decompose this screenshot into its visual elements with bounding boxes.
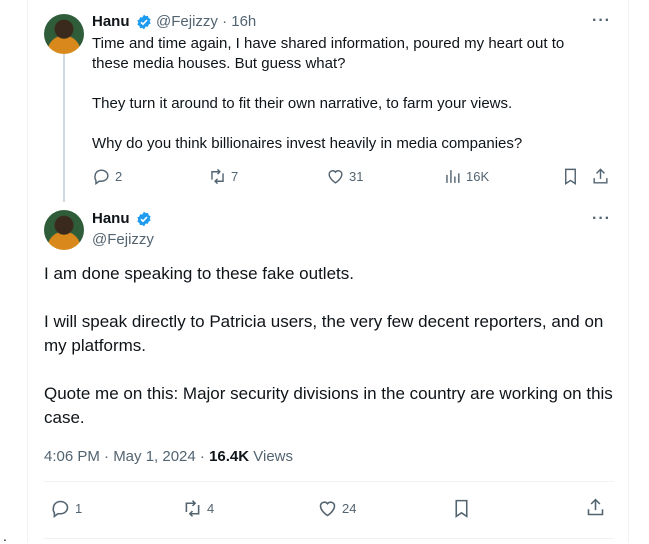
like-button[interactable]: 31	[326, 167, 363, 186]
tweet-paragraph: They turn it around to fit their own nar…	[92, 95, 513, 112]
reply-icon	[52, 500, 69, 518]
analytics-icon	[446, 170, 460, 183]
avatar[interactable]	[44, 14, 84, 54]
bookmark-icon	[565, 168, 576, 185]
reply-count: 2	[115, 169, 123, 184]
repost-icon	[185, 500, 200, 517]
divider	[44, 481, 614, 482]
like-count: 31	[349, 169, 364, 184]
author-name[interactable]: Hanu	[92, 210, 130, 227]
author-handle[interactable]: @Fejizzy	[92, 231, 154, 248]
repost-count: 7	[231, 169, 239, 184]
tweet-metadata: 4:06 PM · May 1, 2024 · 16.4K Views	[44, 448, 293, 465]
reply-button[interactable]: 1	[50, 498, 82, 519]
tweet-text: I am done speaking to these fake outlets…	[44, 262, 614, 454]
author-name[interactable]: Hanu	[92, 13, 130, 30]
share-button[interactable]	[585, 497, 606, 518]
repost-button[interactable]: 7	[208, 167, 238, 186]
verified-badge-icon	[137, 211, 151, 227]
like-count: 24	[342, 501, 357, 516]
handle-text: @Fejizzy	[156, 13, 218, 30]
post-time[interactable]: · 16h	[222, 13, 256, 30]
thread-connector-line	[63, 54, 65, 202]
avatar[interactable]	[44, 210, 84, 250]
tweet-paragraph: Quote me on this: Major security divisio…	[44, 384, 613, 427]
bookmark-icon	[455, 499, 468, 518]
views-label: Views	[249, 448, 294, 465]
author-handle[interactable]: @Fejizzy · 16h	[156, 13, 256, 30]
views-button[interactable]: 16K	[443, 167, 489, 186]
share-button[interactable]	[591, 167, 610, 186]
repost-button[interactable]: 4	[182, 498, 214, 519]
repost-icon	[211, 168, 224, 185]
repost-count: 4	[207, 501, 215, 516]
tweet-paragraph: I am done speaking to these fake outlets…	[44, 264, 354, 283]
bookmark-button[interactable]	[561, 167, 580, 186]
reply-button[interactable]: 2	[92, 167, 122, 186]
share-icon	[587, 498, 604, 516]
views-count: 16K	[466, 169, 490, 184]
tweet-text: Time and time again, I have shared infor…	[92, 34, 592, 174]
tweet-paragraph: Time and time again, I have shared infor…	[92, 35, 565, 72]
more-options-button[interactable]: ···	[592, 210, 611, 228]
tweet-paragraph: Why do you think billionaires invest hea…	[92, 135, 523, 152]
views-count: 16.4K	[209, 448, 250, 465]
verified-badge-icon	[137, 14, 151, 30]
reply-icon	[94, 169, 109, 186]
heart-icon	[319, 501, 336, 517]
heart-icon	[328, 170, 343, 184]
tweet-paragraph: I will speak directly to Patricia users,…	[44, 312, 604, 355]
like-button[interactable]: 24	[317, 498, 356, 519]
tweet-timestamp[interactable]: 4:06 PM · May 1, 2024 ·	[44, 448, 209, 465]
bookmark-button[interactable]	[451, 498, 472, 519]
share-icon	[593, 168, 608, 184]
reply-count: 1	[75, 501, 83, 516]
divider	[44, 538, 614, 539]
more-options-button[interactable]: ···	[592, 12, 611, 30]
